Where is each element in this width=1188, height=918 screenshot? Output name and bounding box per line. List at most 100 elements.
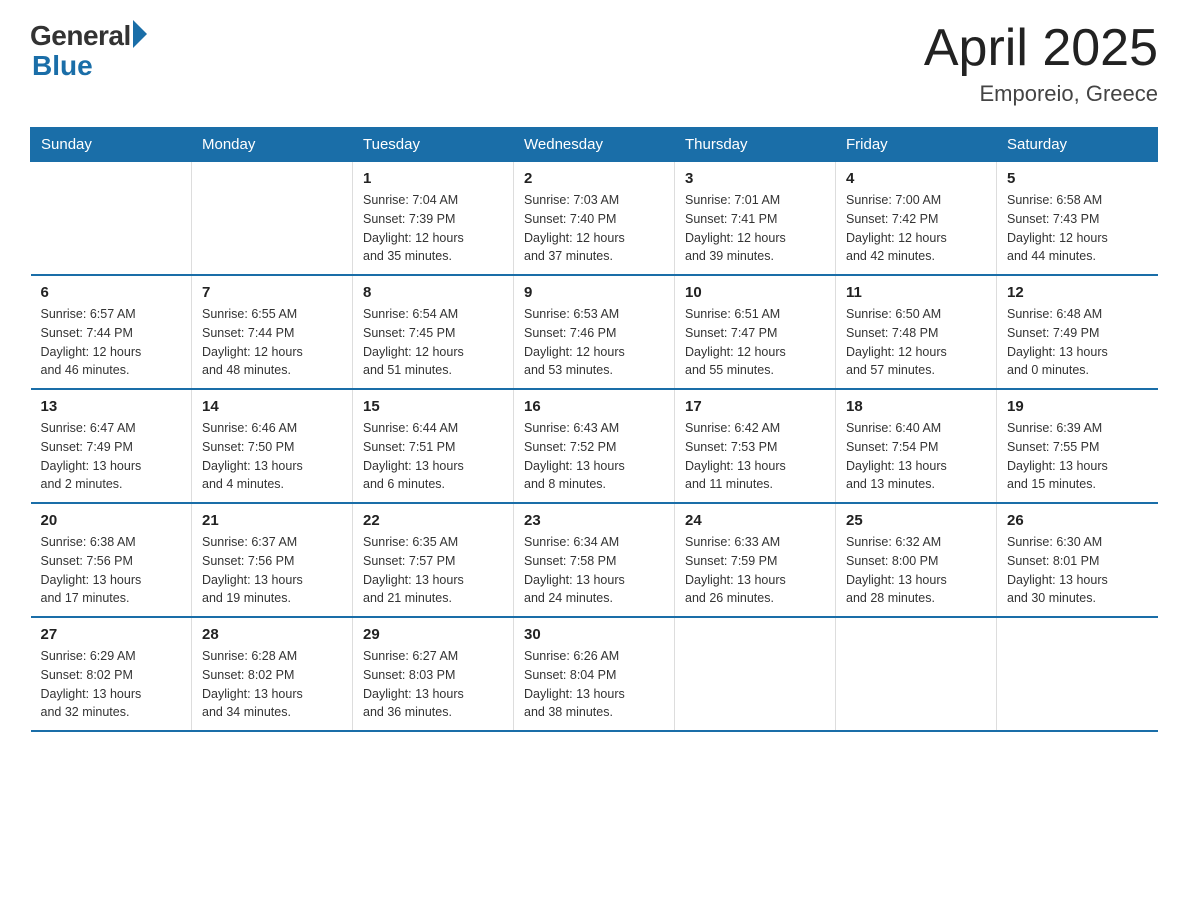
day-info: Sunrise: 6:28 AM Sunset: 8:02 PM Dayligh…: [202, 647, 342, 722]
day-number: 26: [1007, 512, 1148, 529]
day-number: 2: [524, 170, 664, 187]
day-number: 28: [202, 626, 342, 643]
day-number: 19: [1007, 398, 1148, 415]
day-number: 8: [363, 284, 503, 301]
calendar-cell: 22 Sunrise: 6:35 AM Sunset: 7:57 PM Dayli…: [353, 503, 514, 617]
calendar-cell: 10 Sunrise: 6:51 AM Sunset: 7:47 PM Dayli…: [675, 275, 836, 389]
calendar-week-row: 20Sunrise: 6:38 AM Sunset: 7:56 PM Dayli…: [31, 503, 1158, 617]
day-info: Sunrise: 6:26 AM Sunset: 8:04 PM Dayligh…: [524, 647, 664, 722]
day-number: 5: [1007, 170, 1148, 187]
calendar-cell: 13 Sunrise: 6:47 AM Sunset: 7:49 PM Dayli…: [31, 389, 192, 503]
day-number: 16: [524, 398, 664, 415]
day-number: 12: [1007, 284, 1148, 301]
logo-general-text: General: [30, 20, 131, 52]
day-info: Sunrise: 6:53 AM Sunset: 7:46 PM Dayligh…: [524, 305, 664, 380]
calendar-cell: [997, 617, 1158, 731]
day-info: Sunrise: 6:40 AM Sunset: 7:54 PM Dayligh…: [846, 419, 986, 494]
calendar-cell: [836, 617, 997, 731]
calendar-subtitle: Emporeio, Greece: [924, 81, 1158, 107]
day-info: Sunrise: 6:51 AM Sunset: 7:47 PM Dayligh…: [685, 305, 825, 380]
calendar-cell: 3Sunrise: 7:01 AM Sunset: 7:41 PM Daylig…: [675, 162, 836, 276]
calendar-cell: 24 Sunrise: 6:33 AM Sunset: 7:59 PM Dayli…: [675, 503, 836, 617]
calendar-week-row: 13 Sunrise: 6:47 AM Sunset: 7:49 PM Dayli…: [31, 389, 1158, 503]
day-number: 22: [363, 512, 503, 529]
day-info: Sunrise: 6:46 AM Sunset: 7:50 PM Dayligh…: [202, 419, 342, 494]
calendar-cell: 28 Sunrise: 6:28 AM Sunset: 8:02 PM Dayli…: [192, 617, 353, 731]
day-number: 15: [363, 398, 503, 415]
header-cell-sunday: Sunday: [31, 128, 192, 162]
day-info: Sunrise: 6:33 AM Sunset: 7:59 PM Dayligh…: [685, 533, 825, 608]
day-number: 14: [202, 398, 342, 415]
calendar-cell: 23 Sunrise: 6:34 AM Sunset: 7:58 PM Dayli…: [514, 503, 675, 617]
calendar-cell: 17Sunrise: 6:42 AM Sunset: 7:53 PM Dayli…: [675, 389, 836, 503]
calendar-cell: [192, 162, 353, 276]
calendar-cell: 30 Sunrise: 6:26 AM Sunset: 8:04 PM Dayli…: [514, 617, 675, 731]
day-info: Sunrise: 6:48 AM Sunset: 7:49 PM Dayligh…: [1007, 305, 1148, 380]
day-info: Sunrise: 6:37 AM Sunset: 7:56 PM Dayligh…: [202, 533, 342, 608]
day-number: 13: [41, 398, 182, 415]
calendar-cell: 9Sunrise: 6:53 AM Sunset: 7:46 PM Daylig…: [514, 275, 675, 389]
day-number: 11: [846, 284, 986, 301]
calendar-cell: 18 Sunrise: 6:40 AM Sunset: 7:54 PM Dayli…: [836, 389, 997, 503]
calendar-header: SundayMondayTuesdayWednesdayThursdayFrid…: [31, 128, 1158, 162]
header-cell-thursday: Thursday: [675, 128, 836, 162]
day-info: Sunrise: 6:38 AM Sunset: 7:56 PM Dayligh…: [41, 533, 182, 608]
calendar-cell: [31, 162, 192, 276]
calendar-week-row: 6 Sunrise: 6:57 AM Sunset: 7:44 PM Daylig…: [31, 275, 1158, 389]
title-section: April 2025 Emporeio, Greece: [924, 20, 1158, 107]
header-cell-tuesday: Tuesday: [353, 128, 514, 162]
day-info: Sunrise: 6:32 AM Sunset: 8:00 PM Dayligh…: [846, 533, 986, 608]
calendar-table: SundayMondayTuesdayWednesdayThursdayFrid…: [30, 127, 1158, 732]
day-number: 29: [363, 626, 503, 643]
page-header: General Blue April 2025 Emporeio, Greece: [30, 20, 1158, 107]
day-info: Sunrise: 6:43 AM Sunset: 7:52 PM Dayligh…: [524, 419, 664, 494]
calendar-cell: 20Sunrise: 6:38 AM Sunset: 7:56 PM Dayli…: [31, 503, 192, 617]
header-cell-friday: Friday: [836, 128, 997, 162]
header-cell-wednesday: Wednesday: [514, 128, 675, 162]
logo: General Blue: [30, 20, 147, 82]
calendar-cell: 25 Sunrise: 6:32 AM Sunset: 8:00 PM Dayli…: [836, 503, 997, 617]
day-number: 7: [202, 284, 342, 301]
calendar-title: April 2025: [924, 20, 1158, 77]
calendar-cell: 4Sunrise: 7:00 AM Sunset: 7:42 PM Daylig…: [836, 162, 997, 276]
day-info: Sunrise: 6:27 AM Sunset: 8:03 PM Dayligh…: [363, 647, 503, 722]
day-info: Sunrise: 7:01 AM Sunset: 7:41 PM Dayligh…: [685, 191, 825, 266]
calendar-cell: 29 Sunrise: 6:27 AM Sunset: 8:03 PM Dayli…: [353, 617, 514, 731]
logo-arrow-icon: [133, 20, 147, 48]
day-number: 10: [685, 284, 825, 301]
day-info: Sunrise: 7:04 AM Sunset: 7:39 PM Dayligh…: [363, 191, 503, 266]
day-number: 23: [524, 512, 664, 529]
calendar-week-row: 27Sunrise: 6:29 AM Sunset: 8:02 PM Dayli…: [31, 617, 1158, 731]
calendar-cell: 19 Sunrise: 6:39 AM Sunset: 7:55 PM Dayli…: [997, 389, 1158, 503]
day-number: 18: [846, 398, 986, 415]
logo-blue-text: Blue: [32, 50, 93, 82]
day-number: 27: [41, 626, 182, 643]
calendar-cell: 5Sunrise: 6:58 AM Sunset: 7:43 PM Daylig…: [997, 162, 1158, 276]
calendar-cell: 16 Sunrise: 6:43 AM Sunset: 7:52 PM Dayli…: [514, 389, 675, 503]
day-info: Sunrise: 6:44 AM Sunset: 7:51 PM Dayligh…: [363, 419, 503, 494]
day-number: 25: [846, 512, 986, 529]
day-number: 1: [363, 170, 503, 187]
day-info: Sunrise: 6:35 AM Sunset: 7:57 PM Dayligh…: [363, 533, 503, 608]
header-cell-saturday: Saturday: [997, 128, 1158, 162]
calendar-cell: 1 Sunrise: 7:04 AM Sunset: 7:39 PM Daylig…: [353, 162, 514, 276]
day-info: Sunrise: 6:57 AM Sunset: 7:44 PM Dayligh…: [41, 305, 182, 380]
day-info: Sunrise: 6:34 AM Sunset: 7:58 PM Dayligh…: [524, 533, 664, 608]
day-number: 6: [41, 284, 182, 301]
calendar-cell: 21Sunrise: 6:37 AM Sunset: 7:56 PM Dayli…: [192, 503, 353, 617]
day-info: Sunrise: 6:39 AM Sunset: 7:55 PM Dayligh…: [1007, 419, 1148, 494]
calendar-cell: 14 Sunrise: 6:46 AM Sunset: 7:50 PM Dayli…: [192, 389, 353, 503]
calendar-cell: 26 Sunrise: 6:30 AM Sunset: 8:01 PM Dayli…: [997, 503, 1158, 617]
header-cell-monday: Monday: [192, 128, 353, 162]
calendar-cell: 7Sunrise: 6:55 AM Sunset: 7:44 PM Daylig…: [192, 275, 353, 389]
day-number: 24: [685, 512, 825, 529]
day-info: Sunrise: 7:03 AM Sunset: 7:40 PM Dayligh…: [524, 191, 664, 266]
day-info: Sunrise: 6:30 AM Sunset: 8:01 PM Dayligh…: [1007, 533, 1148, 608]
day-info: Sunrise: 6:47 AM Sunset: 7:49 PM Dayligh…: [41, 419, 182, 494]
day-info: Sunrise: 6:54 AM Sunset: 7:45 PM Dayligh…: [363, 305, 503, 380]
day-info: Sunrise: 6:50 AM Sunset: 7:48 PM Dayligh…: [846, 305, 986, 380]
header-row: SundayMondayTuesdayWednesdayThursdayFrid…: [31, 128, 1158, 162]
day-number: 30: [524, 626, 664, 643]
calendar-cell: 15 Sunrise: 6:44 AM Sunset: 7:51 PM Dayli…: [353, 389, 514, 503]
calendar-cell: 8 Sunrise: 6:54 AM Sunset: 7:45 PM Daylig…: [353, 275, 514, 389]
